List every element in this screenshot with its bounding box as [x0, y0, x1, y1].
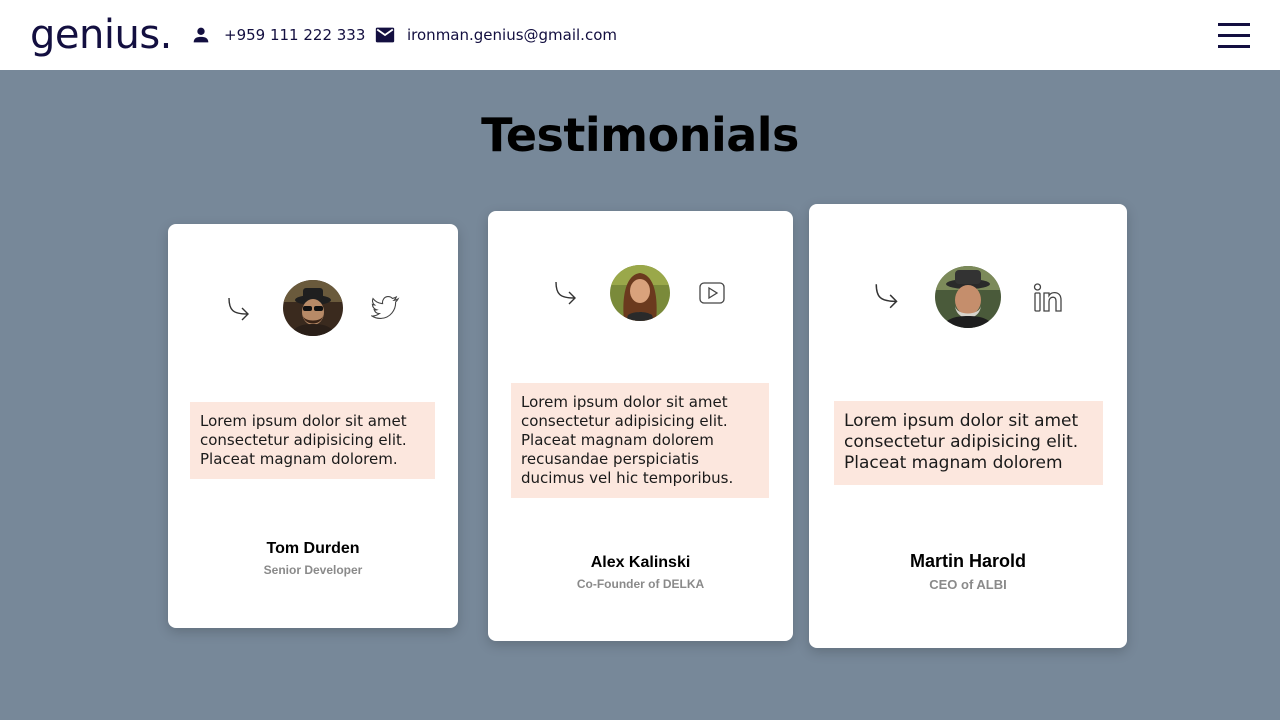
testimonial-quote: Lorem ipsum dolor sit amet consectetur a…	[190, 402, 435, 479]
phone-number: +959 111 222 333	[224, 26, 366, 44]
testimonial-role: Senior Developer	[263, 563, 363, 577]
quote-text: Lorem ipsum dolor sit amet consectetur a…	[844, 411, 1079, 473]
testimonial-quote: Lorem ipsum dolor sit amet consectetur a…	[834, 401, 1103, 485]
avatar	[283, 280, 343, 336]
mail-icon	[374, 24, 396, 46]
quote-text: Lorem ipsum dolor sit amet consectetur a…	[521, 393, 734, 487]
arrow-curve-right-icon	[552, 278, 582, 308]
testimonial-card: Lorem ipsum dolor sit amet consectetur a…	[168, 224, 458, 628]
youtube-icon[interactable]	[698, 281, 726, 305]
testimonial-quote: Lorem ipsum dolor sit amet consectetur a…	[511, 383, 769, 498]
logo[interactable]: genius.	[30, 12, 172, 58]
arrow-curve-right-icon	[225, 294, 255, 324]
arrow-curve-right-icon	[872, 280, 904, 312]
avatar	[935, 266, 1001, 328]
person-icon	[190, 24, 212, 46]
hamburger-menu-icon[interactable]	[1218, 22, 1250, 50]
twitter-icon[interactable]	[369, 294, 401, 322]
testimonial-role: CEO of ALBI	[929, 577, 1007, 592]
site-header: genius. +959 111 222 333 ironman.genius@…	[0, 0, 1280, 70]
testimonial-card: Lorem ipsum dolor sit amet consectetur a…	[488, 211, 793, 641]
quote-text: Lorem ipsum dolor sit amet consectetur a…	[200, 412, 407, 468]
page-title: Testimonials	[481, 108, 799, 162]
phone-contact[interactable]: +959 111 222 333	[190, 24, 365, 46]
testimonial-name: Martin Harold	[909, 551, 1026, 571]
email-address: ironman.genius@gmail.com	[407, 26, 617, 44]
testimonial-name: Tom Durden	[266, 540, 360, 557]
testimonial-name: Alex Kalinski	[590, 554, 691, 571]
linkedin-icon[interactable]	[1033, 282, 1063, 314]
testimonial-card: Lorem ipsum dolor sit amet consectetur a…	[809, 204, 1127, 648]
testimonial-role: Co-Founder of DELKA	[576, 577, 705, 591]
avatar	[610, 265, 670, 321]
email-contact[interactable]: ironman.genius@gmail.com	[374, 24, 617, 46]
